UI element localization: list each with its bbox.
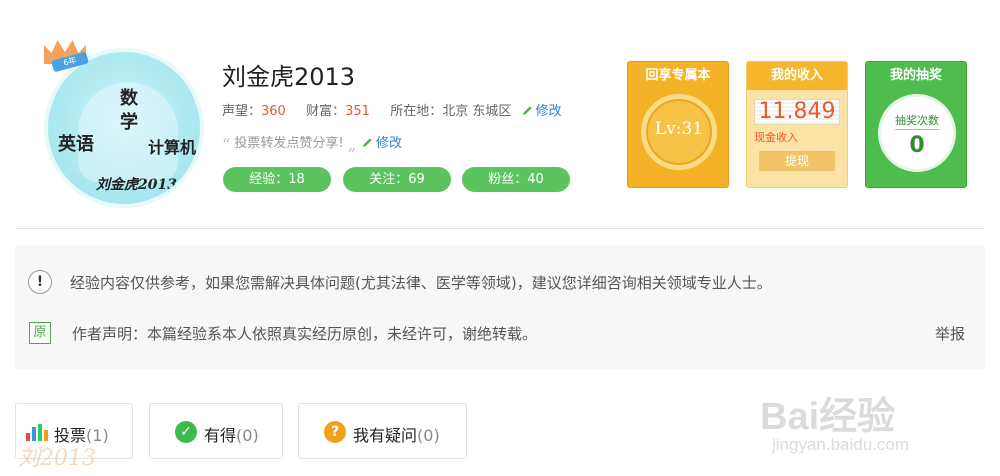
level-value: Lv:31 (654, 119, 704, 139)
wealth-label: 财富： (306, 104, 346, 119)
pencil-icon (362, 138, 372, 148)
author-statement: 作者声明：本篇经验系本人依照真实经历原创，未经许可，谢绝转载。 (72, 325, 538, 343)
pencil-icon (522, 106, 532, 116)
open-quote-icon: “ (222, 135, 231, 154)
question-count: (0) (417, 426, 440, 445)
avatar-word-math-2: 学 (120, 112, 138, 133)
lottery-card[interactable]: 我的抽奖 抽奖次数 0 (865, 61, 967, 188)
avatar-word-math-1: 数 (120, 88, 138, 109)
following-pill[interactable]: 关注：69 (343, 167, 451, 192)
income-amount: 11.849 (754, 99, 840, 125)
lottery-counter: 抽奖次数 0 (878, 94, 956, 172)
profile-meta: 声望：360 财富：351 所在地：北京 东城区 修改 (222, 100, 562, 119)
cash-income-label: 现金收入 (754, 131, 798, 144)
wealth-value: 351 (345, 104, 370, 119)
income-card[interactable]: 我的收入 11.849 现金收入 提现 (746, 61, 848, 188)
baidu-watermark: Bai经验 jingyan.baidu.com (760, 380, 990, 470)
location-label: 所在地： (390, 104, 443, 119)
withdraw-button[interactable]: 提现 (759, 151, 835, 171)
avatar-signature: 刘金虎2013 (96, 177, 177, 193)
reputation-label: 声望： (222, 104, 262, 119)
exclamation-icon: ! (28, 270, 52, 294)
left-watermark: 刘2013 (18, 446, 96, 471)
question-icon: ? (324, 421, 346, 443)
avatar-word-cs: 计算机 (148, 138, 197, 157)
followers-pill[interactable]: 粉丝：40 (462, 167, 570, 192)
edit-location-link[interactable]: 修改 (536, 104, 562, 119)
motto-text: 投票转发点赞分享! (234, 136, 344, 151)
reputation-value: 360 (261, 104, 286, 119)
lottery-count-label: 抽奖次数 (895, 114, 939, 127)
edit-motto-link[interactable]: 修改 (376, 136, 402, 151)
avatar-image: 数 学 英语 计算机 刘金虎2013 (44, 48, 204, 208)
useful-button[interactable]: ✓ 有得(0) (149, 403, 283, 459)
original-badge-icon: 原 (29, 322, 51, 344)
bar-chart-icon (26, 424, 48, 441)
exclusive-card-title: 回享专属本 (645, 68, 711, 83)
lottery-count-value: 0 (909, 133, 925, 158)
experience-pill[interactable]: 经验：18 (223, 167, 331, 192)
income-card-title: 我的收入 (747, 62, 847, 90)
exclusive-card[interactable]: 回享专属本 Lv:31 (627, 61, 729, 188)
level-medal-icon: Lv:31 (641, 94, 717, 170)
check-icon: ✓ (175, 421, 197, 443)
notice-panel: ! 经验内容仅供参考，如果您需解决具体问题(尤其法律、医学等领域)，建议您详细咨… (15, 245, 985, 370)
close-quote-icon: „ (347, 135, 356, 154)
motto: “ 投票转发点赞分享! „ 修改 (222, 132, 402, 154)
report-link[interactable]: 举报 (935, 323, 965, 344)
useful-label: 有得 (204, 426, 237, 445)
username[interactable]: 刘金虎2013 (222, 57, 355, 92)
user-avatar[interactable]: 数 学 英语 计算机 刘金虎2013 6年 (30, 30, 210, 212)
location-value: 北京 东城区 (442, 104, 512, 119)
lottery-card-title: 我的抽奖 (889, 68, 942, 83)
question-button[interactable]: ? 我有疑问(0) (298, 403, 467, 459)
crown-icon: 6年 (40, 30, 90, 73)
disclaimer-text: 经验内容仅供参考，如果您需解决具体问题(尤其法律、医学等领域)，建议您详细咨询相… (70, 274, 772, 292)
avatar-word-english: 英语 (58, 134, 94, 155)
useful-count: (0) (236, 426, 259, 445)
watermark-logo: Bai经验 (760, 396, 896, 438)
watermark-url: jingyan.baidu.com (772, 435, 910, 454)
question-label: 我有疑问 (353, 426, 418, 445)
section-divider (15, 228, 985, 229)
